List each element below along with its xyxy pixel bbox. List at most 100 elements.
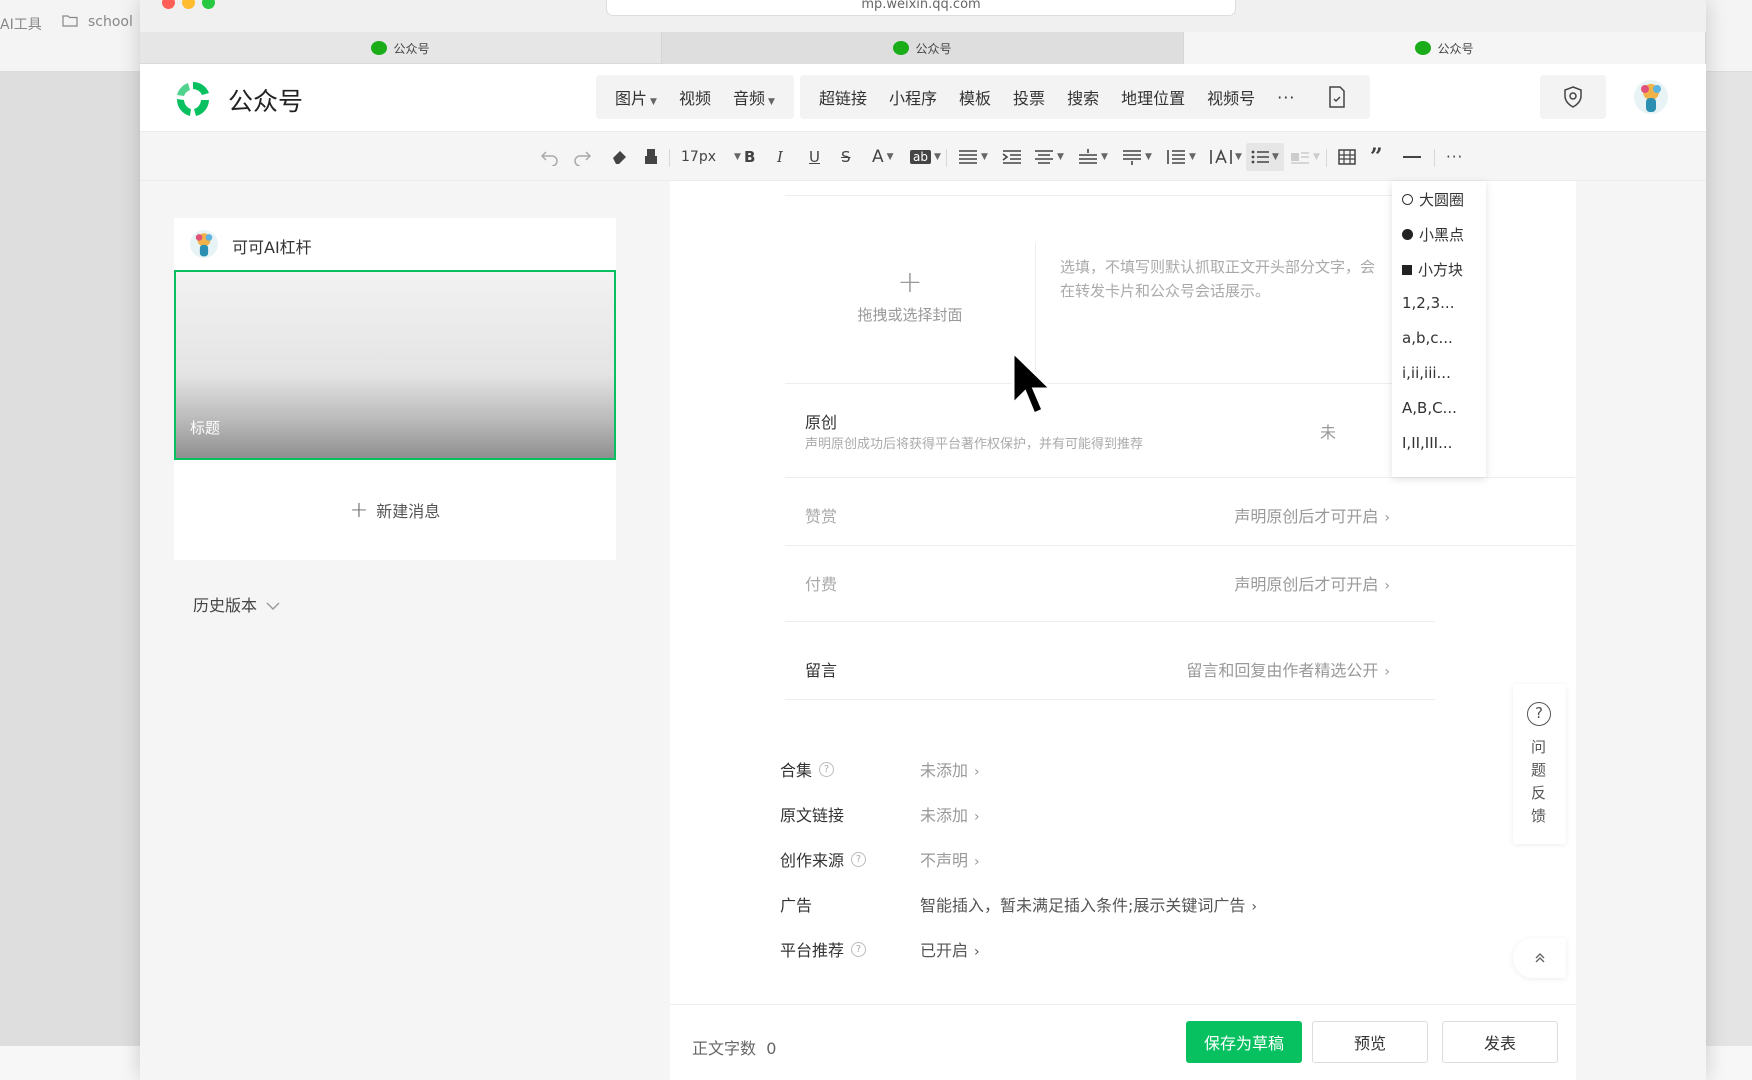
- minimize-window-button[interactable]: [182, 0, 195, 9]
- format-painter-icon[interactable]: [642, 143, 660, 171]
- toolbar-divider: [946, 149, 947, 167]
- source-link-value[interactable]: 未添加 ›: [920, 802, 980, 826]
- list-option-upper-alpha[interactable]: A,B,C...: [1402, 399, 1457, 417]
- back-to-top-button[interactable]: [1513, 938, 1566, 978]
- insert-video-button[interactable]: 视频: [668, 85, 722, 109]
- divider: [785, 699, 1435, 700]
- shield-button[interactable]: [1540, 75, 1606, 119]
- toolbar-divider: [669, 149, 670, 167]
- list-option-upper-roman[interactable]: I,II,III...: [1402, 434, 1452, 452]
- insert-location-button[interactable]: 地理位置: [1110, 85, 1196, 109]
- spacing-after-icon[interactable]: ▼: [1122, 143, 1152, 171]
- list-option-lower-roman[interactable]: i,ii,iii...: [1402, 364, 1451, 382]
- feedback-label: 问题反馈: [1531, 738, 1547, 825]
- align-center-icon[interactable]: ▼: [1034, 143, 1064, 171]
- original-label: 原创: [805, 413, 838, 432]
- browser-tab-2[interactable]: 公众号: [662, 32, 1184, 64]
- insert-audio-button[interactable]: 音频 ▼: [722, 85, 786, 109]
- bookmark-ai-tools[interactable]: AI工具: [0, 14, 42, 34]
- list-option-dot[interactable]: 小黑点: [1402, 224, 1464, 245]
- address-bar[interactable]: mp.weixin.qq.com: [606, 0, 1236, 16]
- bold-button[interactable]: B: [744, 143, 755, 171]
- user-avatar[interactable]: [1634, 80, 1668, 114]
- dot-bullet-icon: [1402, 229, 1413, 240]
- feedback-button[interactable]: ? 问题反馈: [1513, 684, 1566, 844]
- indent-icon[interactable]: [1002, 143, 1022, 171]
- toolbar-divider: [1326, 149, 1327, 167]
- more-insert-button[interactable]: ···: [1266, 88, 1306, 107]
- insert-vote-button[interactable]: 投票: [1002, 85, 1056, 109]
- divider: [785, 545, 1575, 546]
- insert-miniprogram-button[interactable]: 小程序: [878, 85, 948, 109]
- background-color-button[interactable]: ab ▼: [910, 143, 941, 171]
- strikethrough-button[interactable]: S: [841, 143, 851, 171]
- original-status[interactable]: 未: [1320, 419, 1380, 443]
- redo-icon[interactable]: [572, 143, 592, 171]
- zoom-window-button[interactable]: [202, 0, 215, 9]
- list-style-icon[interactable]: ▼: [1246, 143, 1284, 171]
- list-option-square[interactable]: 小方块: [1402, 259, 1463, 280]
- save-draft-button[interactable]: 保存为草稿: [1186, 1021, 1302, 1063]
- divider: [785, 477, 1575, 478]
- new-message-button[interactable]: + 新建消息: [174, 460, 616, 560]
- help-icon[interactable]: ?: [819, 761, 835, 777]
- cover-upload[interactable]: + 拖拽或选择封面: [785, 243, 1035, 383]
- line-height-icon[interactable]: ▼: [1166, 143, 1196, 171]
- spacing-before-icon[interactable]: ▼: [1078, 143, 1108, 171]
- paid-label: 付费: [805, 575, 838, 594]
- browser-tab-1[interactable]: 公众号: [140, 32, 662, 64]
- creation-source-label: 创作来源?: [780, 847, 867, 871]
- folder-icon: [62, 14, 78, 31]
- toolbar-divider: [1434, 149, 1435, 167]
- more-tools-button[interactable]: ···: [1446, 143, 1463, 171]
- word-count: 正文字数 0: [692, 1039, 777, 1058]
- history-version-dropdown[interactable]: 历史版本: [193, 592, 280, 616]
- reward-setting[interactable]: 声明原创后才可开启 ›: [1100, 503, 1390, 527]
- quote-icon[interactable]: ”: [1370, 143, 1383, 171]
- browser-tab-3[interactable]: 公众号: [1184, 32, 1706, 64]
- wechat-icon: [893, 41, 910, 55]
- font-color-button[interactable]: A ▼: [872, 143, 894, 171]
- tab-label: 公众号: [915, 41, 952, 56]
- tab-label: 公众号: [1437, 41, 1474, 56]
- help-icon[interactable]: ?: [851, 851, 867, 867]
- bookmark-school[interactable]: school: [88, 14, 133, 30]
- comment-setting[interactable]: 留言和回复由作者精选公开 ›: [1100, 657, 1390, 681]
- list-option-decimal[interactable]: 1,2,3...: [1402, 294, 1454, 312]
- underline-button[interactable]: U: [809, 143, 820, 171]
- preview-button[interactable]: 预览: [1312, 1021, 1428, 1063]
- paid-setting[interactable]: 声明原创后才可开启 ›: [1100, 571, 1390, 595]
- summary-input[interactable]: 选填，不填写则默认抓取正文开头部分文字，会在转发卡片和公众号会话展示。: [1060, 255, 1380, 303]
- collection-value[interactable]: 未添加 ›: [920, 757, 980, 781]
- platform-recommend-value[interactable]: 已开启 ›: [920, 937, 980, 961]
- text-wrap-icon[interactable]: ▼: [1290, 143, 1320, 171]
- account-header: 可可AI杠杆: [174, 218, 616, 270]
- list-option-lower-alpha[interactable]: a,b,c...: [1402, 329, 1453, 347]
- table-icon[interactable]: [1338, 143, 1356, 171]
- insert-image-button[interactable]: 图片 ▼: [604, 85, 668, 109]
- help-icon[interactable]: ?: [851, 941, 867, 957]
- account-name: 可可AI杠杆: [232, 238, 312, 257]
- align-icon[interactable]: ▼: [958, 143, 988, 171]
- insert-template-button[interactable]: 模板: [948, 85, 1002, 109]
- divider-line-icon[interactable]: [1402, 143, 1422, 171]
- article-card[interactable]: 标题: [174, 270, 616, 460]
- ads-value[interactable]: 智能插入，暂未满足插入条件;展示关键词广告 ›: [920, 892, 1257, 916]
- document-check-button[interactable]: [1304, 75, 1370, 119]
- list-style-dropdown: 大圆圈 小黑点 小方块 1,2,3... a,b,c... i,ii,iii..…: [1392, 181, 1486, 477]
- creation-source-value[interactable]: 不声明 ›: [920, 847, 980, 871]
- editor-header: 公众号 图片 ▼ 视频 音频 ▼ 超链接 小程序 模板 投票 搜索 地理位置 视频号…: [140, 64, 1706, 132]
- italic-button[interactable]: I: [777, 143, 783, 171]
- mouse-cursor-icon: [1011, 350, 1055, 416]
- close-window-button[interactable]: [162, 0, 175, 9]
- list-option-circle[interactable]: 大圆圈: [1402, 189, 1464, 210]
- undo-icon[interactable]: [540, 143, 560, 171]
- wechat-icon: [371, 41, 388, 55]
- insert-search-button[interactable]: 搜索: [1056, 85, 1110, 109]
- insert-channels-button[interactable]: 视频号: [1196, 85, 1266, 109]
- letter-spacing-icon[interactable]: ▼: [1210, 143, 1242, 171]
- font-size-select[interactable]: 17px ▼: [681, 143, 741, 171]
- insert-link-button[interactable]: 超链接: [808, 85, 878, 109]
- publish-button[interactable]: 发表: [1442, 1021, 1558, 1063]
- eraser-icon[interactable]: [610, 143, 630, 171]
